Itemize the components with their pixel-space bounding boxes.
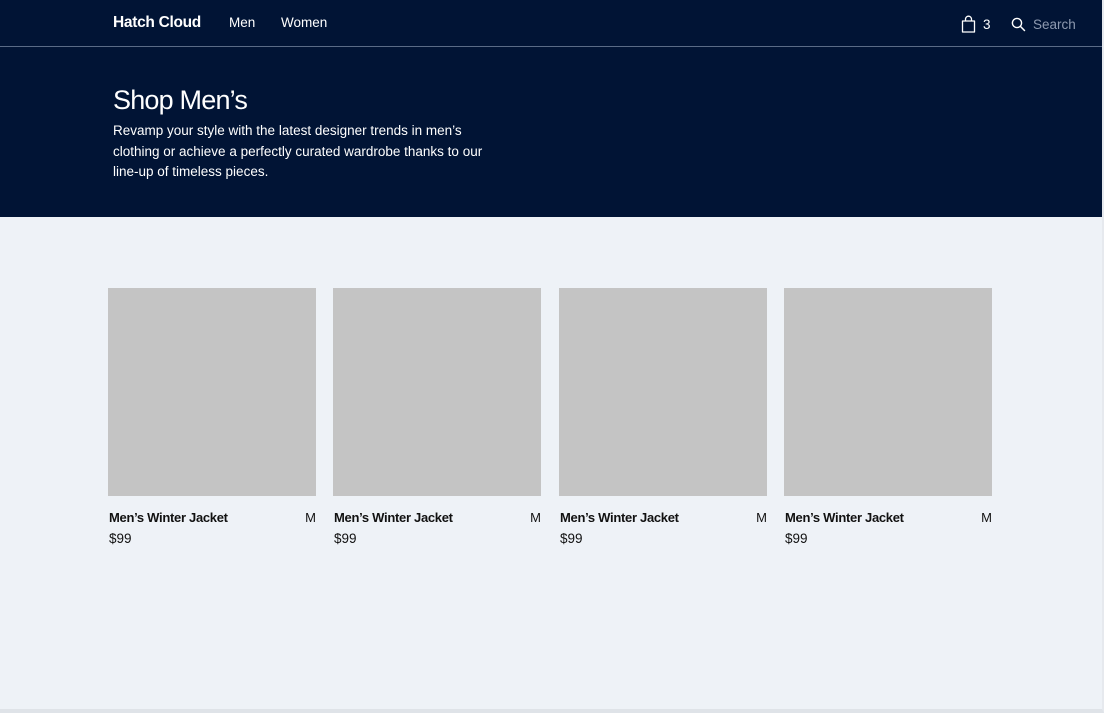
product-name[interactable]: Men’s Winter Jacket [109,510,228,525]
top-navigation-bar: Hatch Cloud Men Women 3 [0,0,1102,47]
product-info: Men’s Winter Jacket M $99 [559,510,767,554]
product-price: $99 [109,531,132,546]
nav-link-women[interactable]: Women [281,15,327,30]
nav-link-men[interactable]: Men [229,15,255,30]
search-input[interactable] [1033,16,1091,32]
product-info: Men’s Winter Jacket M $99 [108,510,316,554]
product-card[interactable]: Men’s Winter Jacket M $99 [559,288,767,554]
hero-banner: Shop Men’s Revamp your style with the la… [0,47,1102,217]
product-card[interactable]: Men’s Winter Jacket M $99 [784,288,992,554]
brand-logo[interactable]: Hatch Cloud [113,14,201,32]
product-name[interactable]: Men’s Winter Jacket [560,510,679,525]
product-size: M [530,510,541,525]
product-size: M [981,510,992,525]
product-image[interactable] [784,288,992,496]
shopping-bag-icon [961,15,976,33]
cart-button[interactable]: 3 [961,14,991,34]
cart-count: 3 [983,16,991,32]
product-info: Men’s Winter Jacket M $99 [784,510,992,554]
product-name[interactable]: Men’s Winter Jacket [334,510,453,525]
product-info: Men’s Winter Jacket M $99 [333,510,541,554]
product-size: M [756,510,767,525]
product-image[interactable] [559,288,767,496]
product-size: M [305,510,316,525]
product-card[interactable]: Men’s Winter Jacket M $99 [333,288,541,554]
product-name[interactable]: Men’s Winter Jacket [785,510,904,525]
search-box[interactable] [1011,14,1091,34]
product-image[interactable] [108,288,316,496]
product-price: $99 [334,531,357,546]
product-card[interactable]: Men’s Winter Jacket M $99 [108,288,316,554]
search-icon [1011,17,1026,32]
hero-description: Revamp your style with the latest design… [113,123,483,179]
page-title: Shop Men’s [113,85,248,115]
product-price: $99 [785,531,808,546]
page: Hatch Cloud Men Women 3 Shop Men’s [0,0,1104,713]
product-image[interactable] [333,288,541,496]
product-price: $99 [560,531,583,546]
